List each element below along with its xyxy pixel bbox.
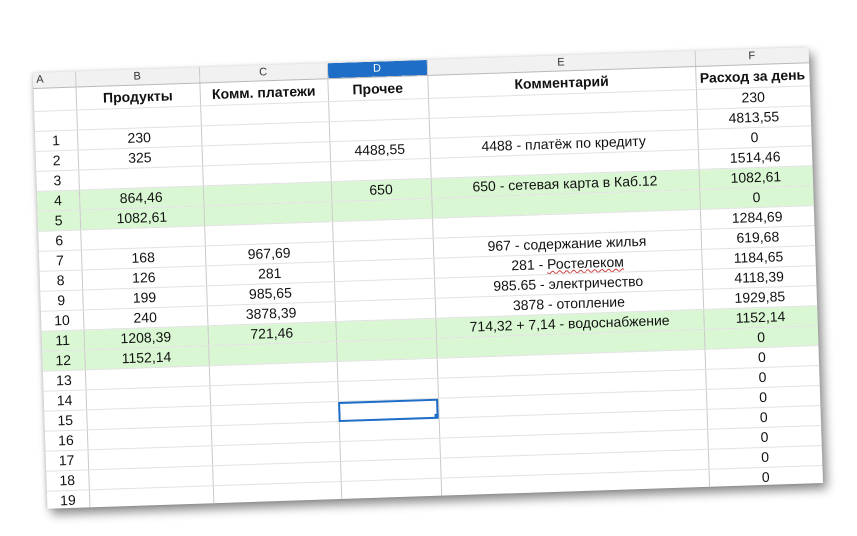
row-number[interactable]: 16	[44, 429, 88, 452]
row-number[interactable]	[34, 110, 77, 132]
spreadsheet-grid: A B C D E F Продукты Комм. платежи Проче…	[32, 47, 824, 509]
row-number[interactable]: 13	[42, 369, 86, 392]
row-number[interactable]: 7	[38, 249, 82, 272]
cell-d[interactable]	[340, 478, 442, 502]
cell-c[interactable]	[212, 481, 342, 506]
row-number[interactable]: 17	[45, 449, 89, 472]
row-number[interactable]: 19	[46, 489, 90, 509]
fill-handle[interactable]	[434, 413, 439, 419]
row-number[interactable]: 8	[39, 269, 83, 292]
cell-f[interactable]	[709, 485, 824, 509]
cell-f[interactable]: 0	[708, 465, 824, 490]
spellcheck-underline: Ростелеком	[546, 253, 625, 273]
active-cell-cursor[interactable]	[338, 398, 439, 422]
header-other[interactable]: Прочее	[327, 75, 429, 102]
row-number[interactable]: 6	[38, 230, 81, 252]
row-number[interactable]: 10	[40, 309, 84, 332]
header-daily-expense[interactable]: Расход за день	[695, 62, 810, 90]
row-number[interactable]: 2	[35, 150, 79, 172]
row-number[interactable]: 15	[44, 409, 87, 432]
cell-d[interactable]	[341, 498, 442, 509]
row-number[interactable]: 3	[36, 170, 79, 192]
row-number[interactable]: 4	[36, 190, 80, 212]
row-number[interactable]: 18	[46, 469, 89, 492]
row-number[interactable]: 1	[34, 130, 78, 152]
photo-background: A B C D E F Продукты Комм. платежи Проче…	[0, 0, 857, 536]
row-number[interactable]: 11	[41, 329, 85, 352]
row-number[interactable]: 9	[40, 289, 83, 312]
spreadsheet-sheet: A B C D E F Продукты Комм. платежи Проче…	[32, 47, 824, 509]
row-number[interactable]: 12	[42, 349, 85, 372]
row-number[interactable]: 5	[37, 210, 81, 232]
header-rownum-cell[interactable]	[33, 87, 77, 112]
cell-b[interactable]	[88, 485, 214, 509]
column-header-a[interactable]: A	[32, 71, 76, 89]
row-number[interactable]: 14	[43, 389, 87, 412]
